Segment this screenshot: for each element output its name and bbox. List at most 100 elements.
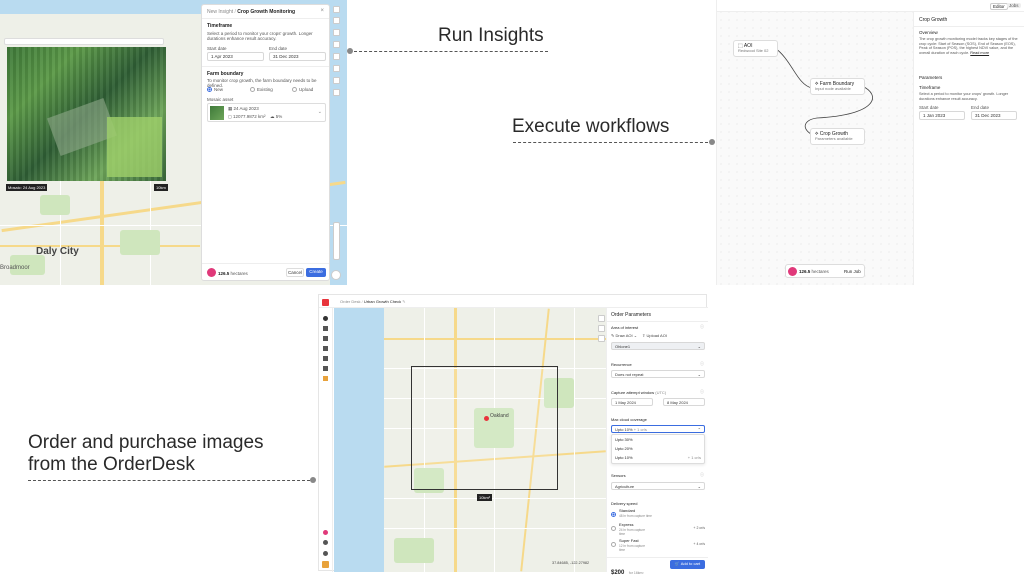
capture-start-input[interactable]: 1 May 2024	[611, 398, 653, 406]
chevron-down-icon[interactable]: ⌄	[318, 109, 322, 115]
nav-home-icon[interactable]	[323, 316, 328, 321]
map-label-oakland: Oakland	[490, 413, 509, 419]
draw-aoi-button[interactable]: ✎ Draw AOI ⌄	[611, 333, 637, 339]
od-target-icon[interactable]	[598, 335, 605, 342]
connector-execute-workflows	[513, 142, 708, 143]
share-icon[interactable]	[333, 77, 340, 84]
tab-jobs[interactable]: Jobs	[1007, 3, 1021, 8]
map-search-bar[interactable]	[4, 38, 164, 45]
close-icon[interactable]: ×	[320, 8, 324, 14]
aoi-rectangle[interactable]	[411, 366, 558, 490]
aoi-select[interactable]: Ohlone1 ⌄	[611, 342, 705, 350]
parameters-title: Parameters	[919, 75, 943, 80]
orderdesk-map[interactable]: 10km² Oakland 37.84685, -122.27982	[334, 308, 606, 572]
read-more-link[interactable]: Read more	[970, 51, 989, 55]
od-layers-icon[interactable]	[598, 315, 605, 322]
aoi-area-badge: 10km²	[477, 494, 493, 501]
layers-icon[interactable]	[333, 6, 340, 13]
od-left-nav	[319, 308, 333, 572]
nav-settings-icon[interactable]	[323, 540, 328, 545]
capture-end-input[interactable]: 8 May 2024	[663, 398, 705, 406]
delivery-option-standard[interactable]: Standard 48 hr from capture time	[611, 508, 705, 521]
target-icon[interactable]	[333, 65, 340, 72]
node-crop-growth[interactable]: ⟡ Crop Growth Parameters available	[810, 128, 865, 145]
map-label-broadmoor: Broadmoor	[0, 265, 30, 271]
od-draw-icon[interactable]	[598, 325, 605, 332]
start-date-input[interactable]: 1 Apr 2023	[207, 52, 264, 61]
cloud-option-20[interactable]: Upto 20%	[615, 446, 633, 452]
sensors-select[interactable]: Agriculture ⌄	[611, 482, 705, 490]
mosaic-asset-card[interactable]: ▦ 24 Aug 2023 ◻ 12077.9872 km² ☁ 5% ⌄	[207, 103, 326, 122]
node-farm-boundary[interactable]: ⟡ Farm Boundary Input node available	[810, 78, 865, 95]
end-date-input[interactable]: 31 Dec 2023	[269, 52, 326, 61]
cloud-badge: + 1 cr/s	[633, 427, 647, 432]
add-to-cart-button[interactable]: 🛒 Add to cart	[670, 560, 705, 569]
orderdesk-window: Order Desk / Urban Growth Check ✎ 10km² …	[318, 294, 708, 576]
workflow-canvas[interactable]: Editor Jobs ⬚ AOI Redwood Site 02 ⟡ Farm…	[716, 0, 1024, 285]
recurrence-info-icon: ⓘ	[700, 361, 704, 366]
ruler-icon[interactable]	[333, 41, 340, 48]
tab-editor[interactable]: Editor	[990, 3, 1008, 10]
nav-star-icon[interactable]	[323, 376, 328, 381]
node-aoi[interactable]: ⬚ AOI Redwood Site 02	[733, 40, 778, 57]
credits-unit: hectares	[230, 271, 248, 276]
od-breadcrumb-parent[interactable]: Order Desk	[340, 299, 360, 304]
connector-orderdesk	[28, 480, 310, 481]
nav-help-icon[interactable]	[323, 530, 328, 535]
breadcrumb-parent[interactable]: New Insight	[207, 9, 233, 15]
wf-start-input[interactable]: 1 Jan 2023	[919, 111, 965, 120]
radio-new-icon	[207, 87, 212, 93]
cancel-button[interactable]: Cancel	[286, 268, 304, 277]
crop-node-sub: Parameters available	[815, 136, 853, 141]
workflow-side-panel: Crop Growth Overview The crop growth mon…	[913, 12, 1024, 285]
recurrence-select[interactable]: Does not repeat ⌄	[611, 370, 705, 378]
connector-dot-right	[709, 139, 715, 145]
chevron-down-icon: ⌄	[697, 372, 701, 377]
draw-icon[interactable]	[333, 17, 340, 24]
delivery-option-superfast[interactable]: Super Fast 12 hr from capture time + 4 c…	[611, 538, 705, 553]
upload-icon[interactable]	[333, 53, 340, 60]
delivery-label: Delivery speed	[611, 501, 638, 506]
run-job-button[interactable]: Run Job	[844, 269, 861, 274]
polygon-icon[interactable]	[333, 29, 340, 36]
radio-superfast-icon	[611, 542, 616, 547]
order-params-title: Order Parameters	[611, 312, 652, 318]
map-label-daly-city: Daly City	[36, 246, 79, 257]
price-unit: for 16km²	[628, 571, 644, 575]
scale-badge: 10km	[154, 184, 168, 191]
connector-dot-orderdesk	[310, 477, 316, 483]
mosaic-cloud: 5%	[275, 114, 283, 119]
edit-icon[interactable]: ✎	[402, 299, 405, 304]
cloud-option-10[interactable]: Upto 10%	[615, 455, 633, 461]
nav-cart-icon[interactable]	[323, 366, 328, 371]
option-existing[interactable]: Existing	[250, 87, 273, 93]
delivery-express-desc: 24 hr from capture time	[619, 528, 646, 536]
insight-map-toolbar	[333, 6, 341, 96]
wf-end-input[interactable]: 31 Dec 2023	[971, 111, 1017, 120]
wf-credits-unit: hectares	[811, 269, 829, 274]
option-upload[interactable]: Upload	[292, 87, 313, 93]
nav-orders-icon[interactable]	[323, 336, 328, 341]
delivery-option-express[interactable]: Express 24 hr from capture time + 2 cr/s	[611, 522, 705, 537]
location-pin-icon[interactable]	[484, 416, 489, 421]
mosaic-thumbnail	[210, 106, 224, 120]
recurrence-label: Recurrence	[611, 362, 632, 367]
zoom-controls[interactable]	[333, 222, 340, 260]
capture-info-icon: ⓘ	[700, 389, 704, 394]
nav-map-icon[interactable]	[323, 326, 328, 331]
upload-aoi-button[interactable]: ⇪ Upload AOI	[642, 333, 667, 339]
wf-credits-value: 126.5	[799, 269, 811, 274]
breadcrumb-current: Crop Growth Monitoring	[237, 9, 296, 15]
option-new[interactable]: New	[207, 87, 223, 93]
nav-insights-icon[interactable]	[323, 346, 328, 351]
user-avatar[interactable]	[322, 561, 329, 568]
compass-icon[interactable]	[331, 270, 341, 280]
cloud-select[interactable]: Upto 10% + 1 cr/s ⌃	[611, 425, 705, 433]
recurrence-value: Does not repeat	[615, 372, 644, 377]
nav-workflow-icon[interactable]	[323, 356, 328, 361]
nav-info-icon[interactable]	[323, 551, 328, 556]
create-button[interactable]: Create	[306, 268, 326, 277]
cloud-option-30[interactable]: Upto 30%	[615, 437, 633, 443]
price-summary: $200 for 16km²	[611, 561, 644, 579]
grid-icon[interactable]	[333, 89, 340, 96]
